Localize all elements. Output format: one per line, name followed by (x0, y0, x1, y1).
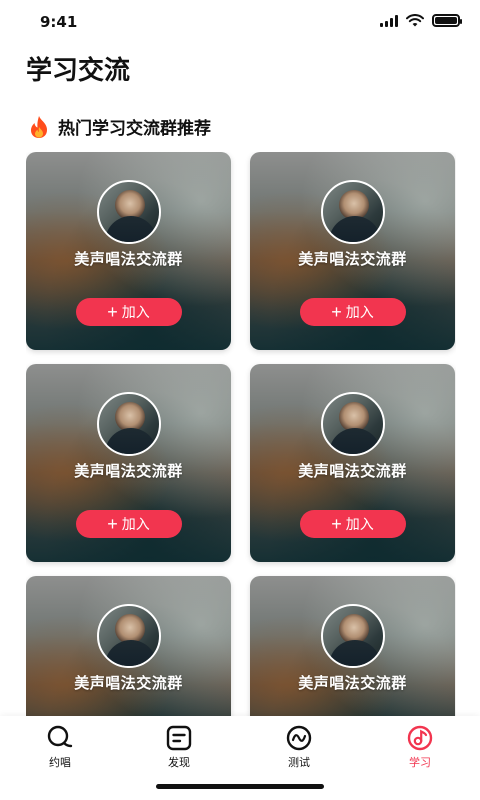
group-avatar (96, 392, 161, 456)
group-card[interactable]: 美声唱法交流群 + 加入 (26, 576, 231, 722)
section-header: 热门学习交流群推荐 (28, 114, 211, 139)
group-avatar (320, 180, 385, 244)
tab-label: 测试 (288, 756, 310, 769)
group-title: 美声唱法交流群 (298, 674, 407, 692)
status-bar: 9:41 (0, 0, 480, 44)
discover-icon (166, 725, 192, 751)
tab-yuechang[interactable]: 约唱 (25, 724, 95, 770)
plus-icon: + (107, 513, 118, 534)
group-card[interactable]: 美声唱法交流群 + 加入 (250, 152, 455, 350)
group-card[interactable]: 美声唱法交流群 + 加入 (26, 364, 231, 562)
join-button[interactable]: + 加入 (75, 510, 182, 538)
wifi-icon (406, 14, 424, 27)
app-screen: 9:41 学习交流 热门学习交流群推荐 美声唱法交流群 + 加入 美声唱法交流群… (0, 0, 480, 800)
battery-icon (432, 14, 462, 27)
plus-icon: + (331, 513, 342, 534)
tab-label: 约唱 (49, 756, 71, 769)
fire-icon (31, 115, 47, 138)
group-avatar (320, 604, 385, 668)
music-note-icon (407, 725, 433, 751)
plus-icon: + (331, 301, 342, 322)
group-title: 美声唱法交流群 (74, 250, 183, 268)
signal-icon (380, 14, 398, 27)
join-label: 加入 (121, 304, 150, 320)
section-title: 热门学习交流群推荐 (58, 119, 211, 139)
join-label: 加入 (345, 516, 374, 532)
status-time: 9:41 (40, 13, 78, 31)
status-icons (380, 14, 462, 27)
tab-label: 发现 (168, 756, 190, 769)
join-button[interactable]: + 加入 (299, 510, 406, 538)
group-card[interactable]: 美声唱法交流群 + 加入 (250, 364, 455, 562)
group-title: 美声唱法交流群 (74, 462, 183, 480)
home-indicator (156, 784, 324, 789)
tab-discover[interactable]: 发现 (144, 724, 214, 770)
chat-search-icon (47, 725, 73, 748)
join-button[interactable]: + 加入 (299, 298, 406, 326)
group-title: 美声唱法交流群 (298, 462, 407, 480)
tab-test[interactable]: 测试 (264, 724, 334, 770)
page-title: 学习交流 (26, 56, 131, 86)
group-card[interactable]: 美声唱法交流群 + 加入 (250, 576, 455, 722)
group-avatar (320, 392, 385, 456)
wave-icon (286, 725, 312, 751)
group-avatar (96, 180, 161, 244)
group-title: 美声唱法交流群 (74, 674, 183, 692)
join-label: 加入 (345, 304, 374, 320)
join-label: 加入 (121, 516, 150, 532)
tab-study[interactable]: 学习 (385, 724, 455, 770)
group-avatar (96, 604, 161, 668)
tab-label: 学习 (409, 756, 431, 769)
plus-icon: + (107, 301, 118, 322)
group-card[interactable]: 美声唱法交流群 + 加入 (26, 152, 231, 350)
join-button[interactable]: + 加入 (75, 298, 182, 326)
group-grid: 美声唱法交流群 + 加入 美声唱法交流群 + 加入 美声唱法交流群 + 加入 美… (26, 152, 456, 722)
group-title: 美声唱法交流群 (298, 250, 407, 268)
